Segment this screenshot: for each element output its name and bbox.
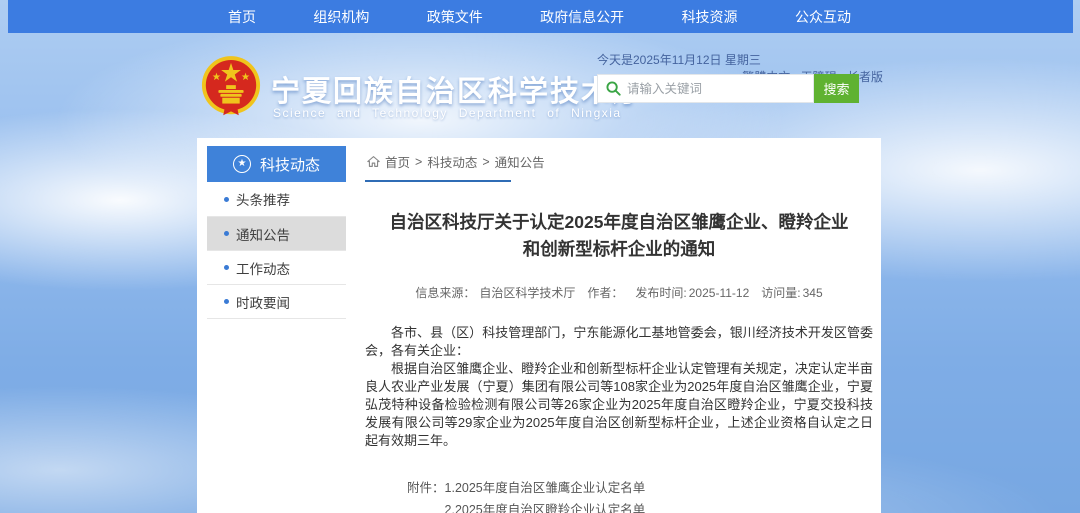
top-nav: 首页 组织机构 政策文件 政府信息公开 科技资源 公众互动 [8,0,1073,33]
bullet-icon [224,265,229,270]
search-input[interactable] [627,82,807,96]
star-circle-icon: ★ [233,155,251,173]
article-meta: 信息来源： 自治区科学技术厅作者： 发布时间:2025-11-12 访问量:345 [365,284,873,301]
attachment-gazelle-list[interactable]: 2.2025年度自治区瞪羚企业认定名单 [445,499,683,513]
search-button[interactable]: 搜索 [814,74,859,103]
nav-item-gov-info-disclosure[interactable]: 政府信息公开 [540,7,624,27]
nav-item-public-interaction[interactable]: 公众互动 [795,7,851,27]
article-paragraph-1: 各市、县（区）科技管理部门，宁东能源化工基地管委会，银川经济技术开发区管委会，各… [365,324,873,360]
nav-item-home[interactable]: 首页 [228,7,256,27]
content-card: ★ 科技动态 头条推荐 通知公告 工作动态 时政要闻 [197,138,881,513]
meta-publish-label: 发布时间: [635,286,686,300]
attachments-list: 1.2025年度自治区雏鹰企业认定名单 2.2025年度自治区瞪羚企业认定名单 … [445,477,683,513]
article-body: 各市、县（区）科技管理部门，宁东能源化工基地管委会，银川经济技术开发区管委会，各… [365,324,873,450]
attachments-label: 附件： [407,477,445,513]
search-bar: 搜索 [597,74,859,103]
sidebar-item-label: 工作动态 [236,258,290,278]
sidebar-item-headlines[interactable]: 头条推荐 [207,182,346,216]
meta-author-label: 作者： [587,286,623,300]
site-title: 宁夏回族自治区科学技术厅 [271,68,643,110]
meta-visits-label: 访问量: [761,286,800,300]
meta-source: 自治区科学技术厅 [479,286,575,300]
article-paragraph-2: 根据自治区雏鹰企业、瞪羚企业和创新型标杆企业认定管理有关规定，决定认定半亩良人农… [365,360,873,450]
bullet-icon [224,231,229,236]
breadcrumb-underline [365,180,511,182]
breadcrumb: 首页 > 科技动态 > 通知公告 [365,146,873,180]
sidebar-item-work-dynamics[interactable]: 工作动态 [207,250,346,284]
sidebar: ★ 科技动态 头条推荐 通知公告 工作动态 时政要闻 [207,146,346,319]
sidebar-item-current-politics[interactable]: 时政要闻 [207,284,346,318]
sidebar-item-notices[interactable]: 通知公告 [207,216,346,250]
breadcrumb-home[interactable]: 首页 [385,152,410,171]
sidebar-item-label: 头条推荐 [236,189,290,209]
article-area: 首页 > 科技动态 > 通知公告 自治区科技厅关于认定2025年度自治区雏鹰企业… [365,146,873,513]
meta-publish-date: 2025-11-12 [689,286,750,300]
article-title: 自治区科技厅关于认定2025年度自治区雏鹰企业、瞪羚企业 和创新型标杆企业的通知 [365,209,873,263]
bullet-icon [224,299,229,304]
header-right: 今天是2025年11月12日 星期三 繁體中文 无障碍 长者版 搜索 [597,48,883,136]
meta-source-label: 信息来源： [415,286,475,300]
breadcrumb-separator: > [415,155,422,169]
search-icon [606,81,621,96]
sidebar-item-label: 时政要闻 [236,292,290,312]
site-subtitle: Science and Technology Department of Nin… [273,106,622,120]
national-emblem-logo [200,55,262,125]
meta-visits: 345 [803,286,823,300]
sidebar-title: 科技动态 [260,154,320,175]
nav-item-sci-tech-resources[interactable]: 科技资源 [682,7,738,27]
breadcrumb-sci-tech-dynamics[interactable]: 科技动态 [427,152,477,171]
bullet-icon [224,197,229,202]
site-header: 宁夏回族自治区科学技术厅 Science and Technology Depa… [197,48,883,136]
attachment-eagle-list[interactable]: 1.2025年度自治区雏鹰企业认定名单 [445,477,683,499]
attachments: 附件： 1.2025年度自治区雏鹰企业认定名单 2.2025年度自治区瞪羚企业认… [365,477,873,513]
nav-item-policy-documents[interactable]: 政策文件 [427,7,483,27]
page: 首页 组织机构 政策文件 政府信息公开 科技资源 公众互动 宁夏回族自治区科学技… [0,0,1080,513]
search-box [597,74,814,103]
sidebar-menu: 头条推荐 通知公告 工作动态 时政要闻 [207,182,346,319]
breadcrumb-separator: > [482,155,489,169]
sidebar-item-label: 通知公告 [236,224,290,244]
article-title-line1: 自治区科技厅关于认定2025年度自治区雏鹰企业、瞪羚企业 [365,209,873,236]
breadcrumb-notices[interactable]: 通知公告 [495,152,545,171]
home-icon [367,155,380,168]
nav-item-organization[interactable]: 组织机构 [313,7,369,27]
sidebar-header: ★ 科技动态 [207,146,346,182]
article-title-line2: 和创新型标杆企业的通知 [365,236,873,263]
today-date: 今天是2025年11月12日 星期三 [597,53,761,67]
